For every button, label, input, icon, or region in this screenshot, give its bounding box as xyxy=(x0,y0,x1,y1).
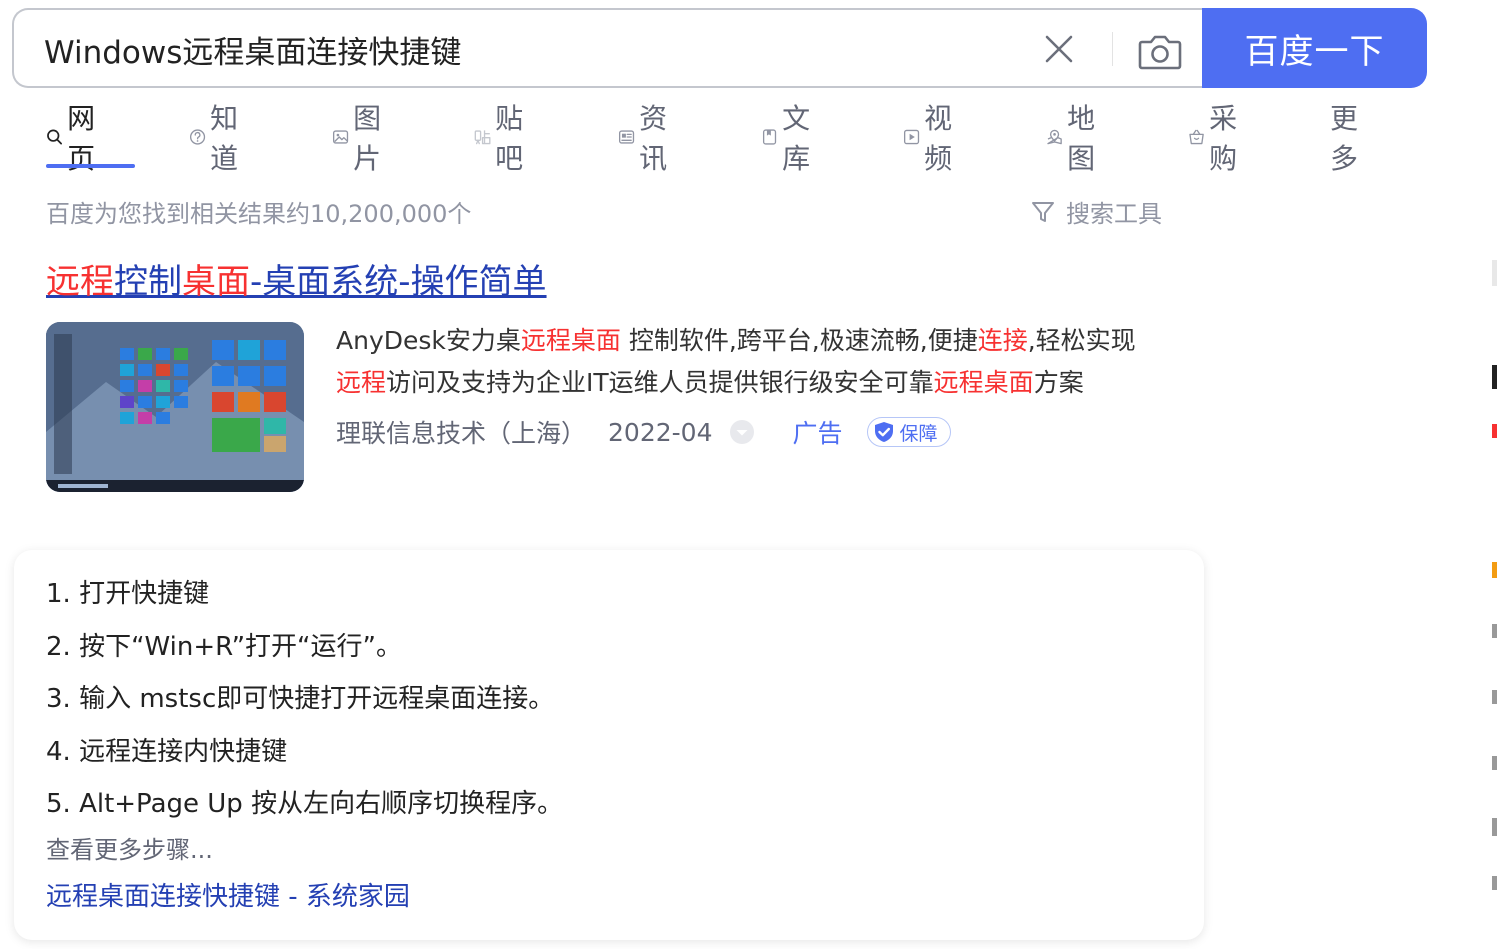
tieba-icon xyxy=(474,130,491,145)
desc-part: 控制软件,跨平台,极速流畅,便捷 xyxy=(620,326,978,355)
desc-part: AnyDesk安力桌 xyxy=(336,326,521,355)
desktop-screenshot-image xyxy=(46,322,304,492)
step-item: 5. Alt+Page Up 按从左向右顺序切换程序。 xyxy=(46,789,564,819)
ad-result-title[interactable]: 远程控制桌面-桌面系统-操作简单 xyxy=(46,254,547,303)
desc-part: 远程 xyxy=(336,368,387,397)
document-icon xyxy=(762,129,777,145)
shield-check-icon xyxy=(874,422,893,442)
sidebar-fragment xyxy=(1492,876,1497,890)
camera-icon[interactable] xyxy=(1138,32,1182,70)
ad-result-source-row: 理联信息技术（上海） 2022-04 广告 保障 xyxy=(336,412,951,452)
sidebar-fragment xyxy=(1492,624,1497,638)
result-count: 百度为您找到相关结果约10,200,000个 xyxy=(46,200,472,228)
steps-list: 1. 打开快捷键 2. 按下“Win+R”打开“运行”。 3. 输入 mstsc… xyxy=(46,568,563,831)
tab-label: 资讯 xyxy=(639,102,668,175)
desc-part: 远程桌面 xyxy=(520,326,621,355)
search-tools-label: 搜索工具 xyxy=(1066,200,1162,228)
tab-video[interactable]: 视频 xyxy=(903,102,961,175)
tab-tieba[interactable]: 贴吧 xyxy=(474,102,532,175)
sidebar-fragment xyxy=(1492,365,1497,389)
title-part: -桌面系统-操作简单 xyxy=(250,262,547,302)
tab-label: 采购 xyxy=(1209,102,1238,175)
desc-part: 方案 xyxy=(1033,368,1084,397)
source-link[interactable]: 远程桌面连接快捷键 - 系统家园 xyxy=(46,876,410,913)
tab-label: 地图 xyxy=(1067,102,1096,175)
sidebar-fragment xyxy=(1492,818,1497,836)
search-divider xyxy=(1112,32,1113,66)
search-tools-button[interactable]: 搜索工具 xyxy=(1030,194,1162,229)
tab-images[interactable]: 图片 xyxy=(332,102,390,175)
search-box xyxy=(12,8,1202,88)
sidebar-fragment xyxy=(1492,562,1497,578)
tab-web[interactable]: 网页 xyxy=(46,102,104,175)
title-part: 远程 xyxy=(46,262,114,302)
desc-part: 访问及支持为企业IT运维人员提供银行级安全可靠 xyxy=(386,368,934,397)
steps-card: 1. 打开快捷键 2. 按下“Win+R”打开“运行”。 3. 输入 mstsc… xyxy=(14,550,1204,940)
title-part: 控制 xyxy=(114,262,182,302)
source-date: 2022-04 xyxy=(608,417,713,447)
search-input[interactable] xyxy=(44,26,1004,72)
tab-label: 贴吧 xyxy=(495,102,524,175)
sidebar-fragment xyxy=(1492,424,1497,438)
clear-icon[interactable] xyxy=(1042,32,1076,66)
tab-wenku[interactable]: 文库 xyxy=(761,102,819,175)
basket-icon xyxy=(1189,129,1204,145)
tab-label: 更多 xyxy=(1330,102,1359,175)
step-item: 2. 按下“Win+R”打开“运行”。 xyxy=(46,631,402,662)
search-button[interactable]: 百度一下 xyxy=(1202,8,1427,88)
news-icon xyxy=(618,130,635,144)
ad-result-description: AnyDesk安力桌远程桌面 控制软件,跨平台,极速流畅,便捷连接,轻松实现 远程… xyxy=(336,320,1196,404)
image-icon xyxy=(332,130,349,144)
badge-label: 保障 xyxy=(899,422,938,445)
ad-label: 广告 xyxy=(792,419,843,448)
desc-part: 连接 xyxy=(977,326,1028,355)
tab-label: 视频 xyxy=(924,102,953,175)
filter-icon xyxy=(1032,201,1054,222)
desc-part: ,轻松实现 xyxy=(1027,326,1136,355)
tab-more[interactable]: 更多 xyxy=(1330,102,1358,175)
tab-label: 知道 xyxy=(210,102,239,175)
step-item: 1. 打开快捷键 xyxy=(46,579,210,609)
question-icon xyxy=(189,129,206,145)
ad-result-thumbnail[interactable] xyxy=(46,322,304,492)
sidebar-fragment xyxy=(1492,690,1497,704)
desc-part: 远程桌面 xyxy=(933,368,1034,397)
step-item: 3. 输入 mstsc即可快捷打开远程桌面连接。 xyxy=(46,684,555,714)
tab-news[interactable]: 资讯 xyxy=(618,102,676,175)
search-icon xyxy=(47,129,63,145)
search-results-page: 百度一下 网页 知道 图片 贴吧 资讯 文库 视频 xyxy=(0,0,1497,949)
title-part: 桌面 xyxy=(182,262,250,302)
map-icon xyxy=(1047,129,1062,145)
tab-label: 图片 xyxy=(353,102,382,175)
sidebar-fragment xyxy=(1492,756,1497,770)
active-tab-indicator xyxy=(46,164,135,168)
play-icon xyxy=(903,129,920,145)
source-name: 理联信息技术（上海） xyxy=(336,419,587,448)
tab-zhidao[interactable]: 知道 xyxy=(189,102,247,175)
more-steps-link[interactable]: 查看更多步骤... xyxy=(46,830,213,865)
tab-purchase[interactable]: 采购 xyxy=(1188,102,1246,175)
chevron-down-icon[interactable] xyxy=(728,418,756,446)
tab-label: 文库 xyxy=(782,102,811,175)
guarantee-badge[interactable]: 保障 xyxy=(866,417,951,447)
step-item: 4. 远程连接内快捷键 xyxy=(46,736,288,767)
tab-map[interactable]: 地图 xyxy=(1046,102,1104,175)
sidebar-fragment xyxy=(1492,260,1497,286)
